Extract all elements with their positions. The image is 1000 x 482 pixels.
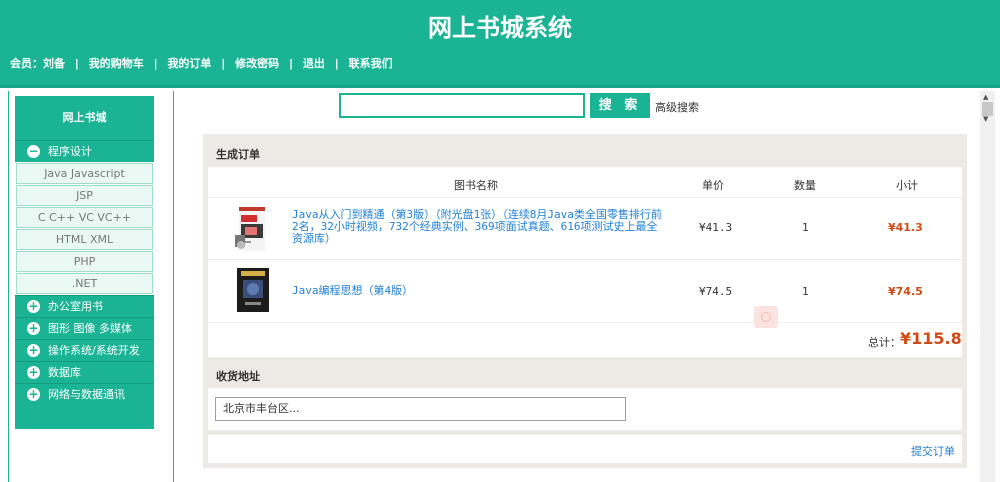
category-label: 图形 图像 多媒体 — [48, 321, 132, 335]
member-label: 会员： — [10, 57, 43, 70]
minus-circle-icon: − — [27, 144, 40, 158]
sidebar-subitem-dotnet[interactable]: .NET — [16, 273, 153, 294]
category-label: 办公室用书 — [48, 299, 103, 313]
sidebar-category-office[interactable]: + 办公室用书 — [15, 295, 154, 317]
sidebar-category-graphics[interactable]: + 图形 图像 多媒体 — [15, 317, 154, 339]
sidebar-title: 网上书城 — [15, 96, 154, 140]
order-section-title: 生成订单 — [216, 148, 260, 161]
sidebar-category-network[interactable]: + 网络与数据通讯 — [15, 383, 154, 405]
category-label: 程序设计 — [48, 144, 92, 158]
sidebar-subitem-php[interactable]: PHP — [16, 251, 153, 272]
column-header-price: 单价 — [702, 179, 724, 192]
nav-separator: | — [289, 57, 294, 70]
member-name[interactable]: 刘备 — [43, 57, 65, 70]
category-label: 操作系统/系统开发 — [48, 343, 140, 357]
plus-circle-icon: + — [27, 387, 40, 401]
book-title-link[interactable]: Java从入门到精通（第3版）（附光盘1张）（连续8月Java类全国零售排行前2… — [292, 209, 662, 245]
search-input[interactable] — [339, 93, 585, 118]
nav-separator: | — [334, 57, 339, 70]
row-divider — [208, 197, 962, 198]
scroll-down-arrow-icon[interactable]: ▼ — [983, 115, 988, 123]
category-label: 网络与数据通讯 — [48, 387, 125, 401]
item-price: ¥41.3 — [699, 221, 733, 234]
item-quantity: 1 — [802, 221, 809, 234]
sidebar-footer — [15, 405, 154, 429]
row-divider — [208, 322, 962, 323]
nav-change-password-link[interactable]: 修改密码 — [235, 57, 279, 70]
nav-separator: | — [153, 57, 158, 70]
total-label: 总计： — [868, 336, 901, 349]
sidebar-subitem-jsp[interactable]: JSP — [16, 185, 153, 206]
sidebar-subitem-c[interactable]: C C++ VC VC++ — [16, 207, 153, 228]
search-button[interactable]: 搜 索 — [590, 93, 650, 118]
item-quantity: 1 — [802, 285, 809, 298]
column-header-subtotal: 小计 — [896, 179, 918, 192]
nav-orders-link[interactable]: 我的订单 — [167, 57, 211, 70]
order-table: 图书名称 单价 数量 小计 Java从入门到精通（第3版）（附光盘1张）（连续8… — [208, 167, 962, 357]
sidebar-category-os[interactable]: + 操作系统/系统开发 — [15, 339, 154, 361]
submit-bar: 提交订单 — [208, 435, 962, 463]
nav-contact-link[interactable]: 联系我们 — [349, 57, 393, 70]
book-title-link[interactable]: Java编程思想（第4版） — [292, 285, 662, 297]
top-nav: 会员：刘备 | 我的购物车 | 我的订单 | 修改密码 | 退出 | 联系我们 — [10, 55, 393, 71]
row-divider — [208, 259, 962, 260]
nav-separator: | — [74, 57, 79, 70]
item-price: ¥74.5 — [699, 285, 733, 298]
order-panel: 生成订单 图书名称 单价 数量 小计 Java从入门到精通（第3版）（附光盘1张… — [203, 134, 967, 468]
column-header-qty: 数量 — [794, 179, 816, 192]
search-bar: 搜 索 高级搜索 — [339, 93, 759, 119]
nav-separator: | — [221, 57, 226, 70]
nav-cart-link[interactable]: 我的购物车 — [89, 57, 144, 70]
column-header-name: 图书名称 — [454, 179, 498, 192]
plus-circle-icon: + — [27, 365, 40, 379]
nav-logout-link[interactable]: 退出 — [303, 57, 325, 70]
plus-circle-icon: + — [27, 343, 40, 357]
sidebar-subitem-java[interactable]: Java Javascript — [16, 163, 153, 184]
sidebar-category-database[interactable]: + 数据库 — [15, 361, 154, 383]
floating-search-icon[interactable] — [754, 306, 778, 328]
submit-order-link[interactable]: 提交订单 — [911, 443, 955, 459]
sidebar: 网上书城 − 程序设计 Java Javascript JSP C C++ VC… — [15, 96, 154, 429]
scroll-up-arrow-icon[interactable]: ▲ — [983, 93, 988, 101]
address-input[interactable]: 北京市丰台区... — [215, 397, 626, 421]
plus-circle-icon: + — [27, 321, 40, 335]
site-header: 网上书城系统 会员：刘备 | 我的购物车 | 我的订单 | 修改密码 | 退出 … — [0, 0, 1000, 88]
book-cover-image[interactable] — [237, 268, 269, 312]
address-box: 北京市丰台区... — [208, 388, 962, 430]
plus-circle-icon: + — [27, 299, 40, 313]
category-label: 数据库 — [48, 365, 81, 379]
advanced-search-link[interactable]: 高级搜索 — [655, 99, 699, 115]
sidebar-subitem-html[interactable]: HTML XML — [16, 229, 153, 250]
address-section-title: 收货地址 — [216, 370, 260, 383]
book-cover-image[interactable] — [235, 207, 267, 251]
site-title: 网上书城系统 — [428, 14, 572, 42]
item-subtotal: ¥74.5 — [888, 285, 923, 298]
vertical-scrollbar[interactable]: ▲ ▼ — [980, 91, 995, 482]
scroll-thumb[interactable] — [982, 102, 993, 116]
total-value: ¥115.8 — [900, 329, 962, 348]
sidebar-category-programming[interactable]: − 程序设计 — [15, 140, 154, 162]
item-subtotal: ¥41.3 — [888, 221, 923, 234]
